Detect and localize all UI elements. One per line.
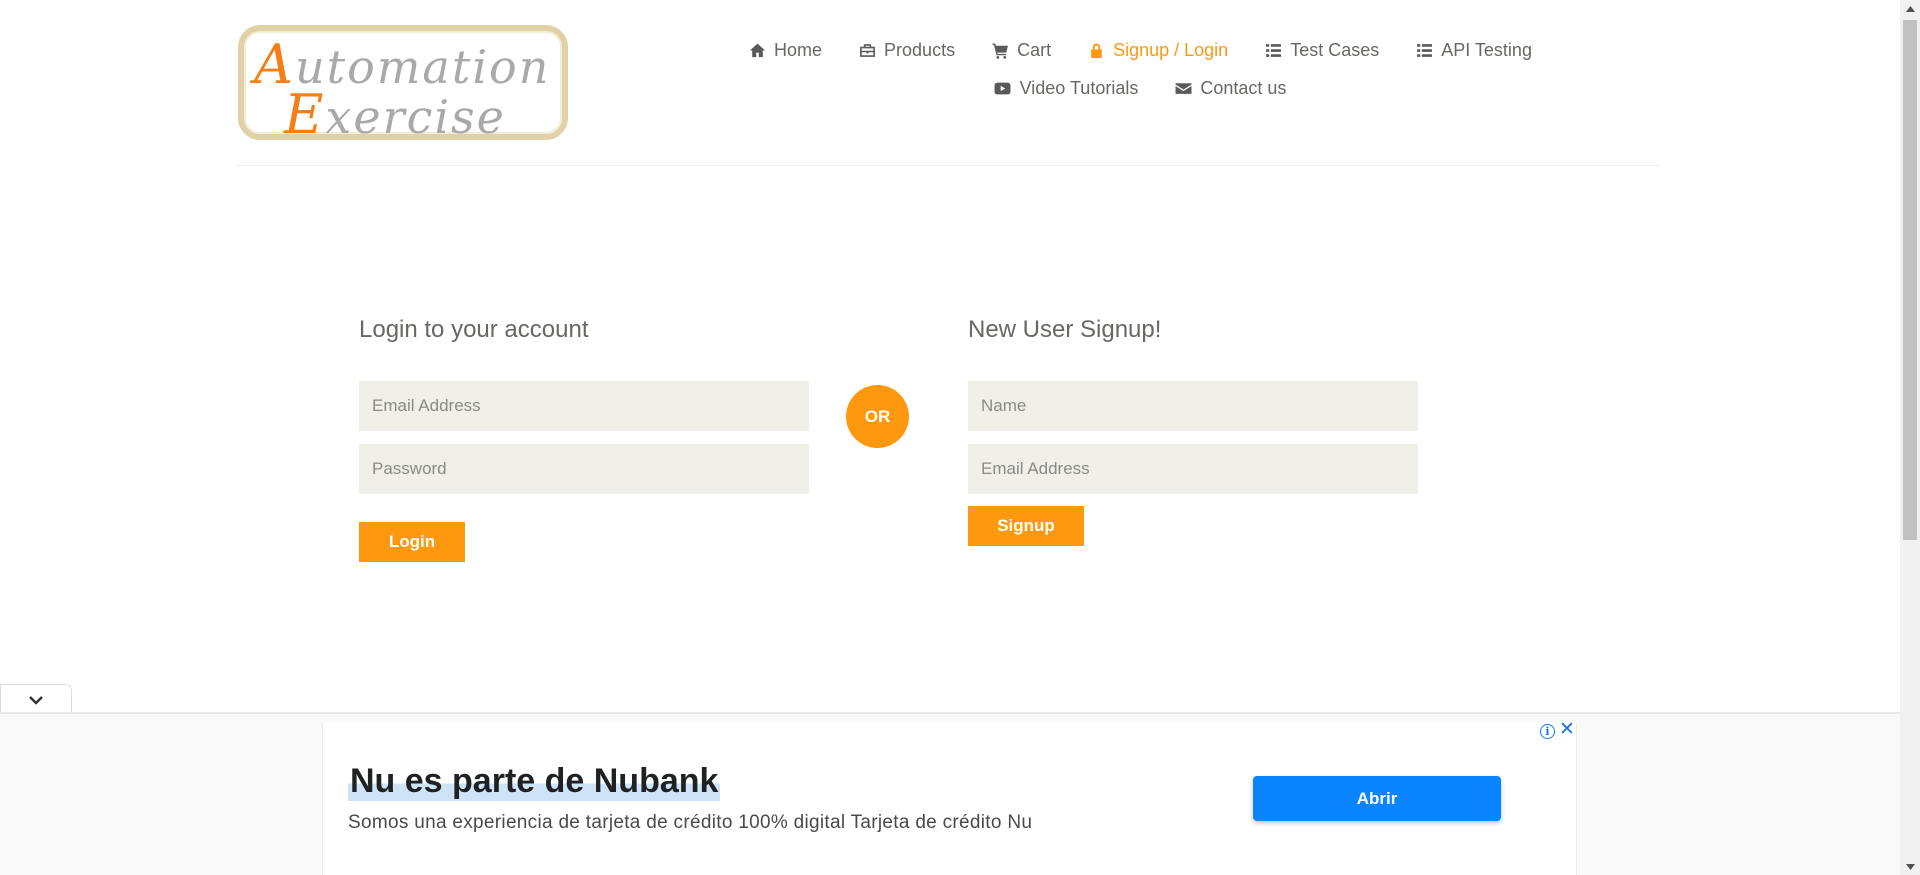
scrollbar-thumb[interactable] — [1903, 20, 1917, 540]
briefcase-icon — [858, 41, 876, 59]
page: Automation Exercise Home Products Cart S… — [0, 0, 1920, 875]
logo-line-2: Exercise — [284, 83, 506, 146]
nav-label: Home — [774, 39, 823, 60]
scroll-down-arrow-icon[interactable] — [1900, 858, 1920, 875]
ad-open-button[interactable]: Abrir — [1253, 776, 1501, 821]
info-icon[interactable]: i — [1540, 724, 1555, 739]
or-badge: OR — [846, 385, 909, 448]
nav-label: Video Tutorials — [1019, 77, 1139, 98]
login-title: Login to your account — [359, 316, 589, 343]
cart-icon — [991, 41, 1009, 59]
nav-item-signup-login[interactable]: Signup / Login — [1069, 36, 1246, 64]
site-logo[interactable]: Automation Exercise — [238, 25, 568, 146]
login-button[interactable]: Login — [359, 522, 465, 562]
vertical-scrollbar[interactable] — [1900, 0, 1920, 875]
nav-item-home[interactable]: Home — [730, 36, 840, 64]
nav-label: Products — [884, 39, 956, 60]
nav-item-contact-us[interactable]: Contact us — [1156, 74, 1304, 102]
nav-item-video-tutorials[interactable]: Video Tutorials — [976, 74, 1157, 102]
nav-label: Signup / Login — [1113, 39, 1229, 60]
nav-label: API Testing — [1441, 39, 1532, 60]
login-password-input[interactable] — [359, 444, 809, 494]
nav-item-api-testing[interactable]: API Testing — [1397, 36, 1550, 64]
scroll-up-arrow-icon[interactable] — [1900, 0, 1920, 17]
login-email-input[interactable] — [359, 381, 809, 431]
list-icon — [1415, 41, 1433, 59]
nav-item-products[interactable]: Products — [840, 36, 973, 64]
list-icon — [1264, 41, 1282, 59]
nav-item-cart[interactable]: Cart — [973, 36, 1069, 64]
nav-item-test-cases[interactable]: Test Cases — [1246, 36, 1397, 64]
signup-title: New User Signup! — [968, 316, 1162, 343]
header-divider — [235, 165, 1661, 166]
main-nav: Home Products Cart Signup / Login Test C… — [730, 36, 1550, 102]
ad-headline[interactable]: Nu es parte de Nubank — [348, 762, 721, 801]
lock-icon — [1087, 41, 1105, 59]
nav-label: Test Cases — [1290, 39, 1380, 60]
signup-name-input[interactable] — [968, 381, 1418, 431]
signup-email-input[interactable] — [968, 444, 1418, 494]
envelope-icon — [1174, 79, 1192, 97]
nav-row-1: Home Products Cart Signup / Login Test C… — [730, 36, 1550, 64]
nav-label: Cart — [1017, 39, 1052, 60]
signup-button[interactable]: Signup — [968, 506, 1084, 546]
youtube-icon — [994, 79, 1012, 97]
nav-row-2: Video Tutorials Contact us — [730, 74, 1550, 102]
ad-collapse-toggle[interactable] — [0, 684, 72, 714]
close-icon[interactable]: ✕ — [1559, 720, 1575, 739]
chevron-down-icon — [29, 695, 43, 705]
ad-subtext[interactable]: Somos una experiencia de tarjeta de créd… — [348, 812, 1032, 834]
nav-label: Contact us — [1200, 77, 1287, 98]
home-icon — [748, 41, 766, 59]
